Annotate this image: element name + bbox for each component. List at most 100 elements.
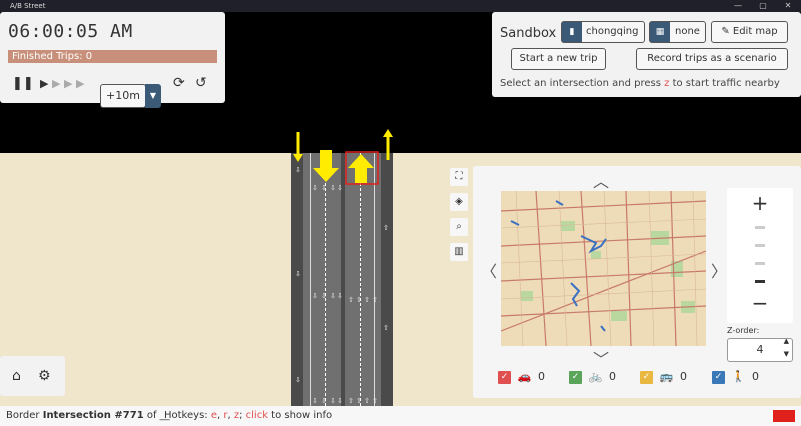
svg-text:⇩: ⇩ <box>337 292 343 300</box>
scenario-select-button[interactable]: ▦ none <box>649 21 706 43</box>
car-count: 0 <box>538 370 545 383</box>
intersection-id: Intersection #771 <box>42 410 144 421</box>
svg-text:⇧: ⇧ <box>364 397 370 405</box>
zoom-out-icon[interactable]: − <box>727 291 793 315</box>
spin-down-icon[interactable]: ▼ <box>784 348 789 360</box>
map-select-button[interactable]: ▮ chongqing <box>561 21 645 43</box>
pencil-icon: ✎ <box>721 26 733 37</box>
minimap-roads <box>501 191 706 346</box>
home-icon[interactable]: ⌂ <box>12 368 21 384</box>
zorder-label: Z-order: <box>727 326 760 335</box>
pause-icon[interactable]: ❚❚ <box>12 76 34 91</box>
minimap[interactable] <box>501 191 706 346</box>
svg-text:⇧: ⇧ <box>383 224 389 232</box>
speed-2x-icon[interactable]: ▶ <box>52 77 60 90</box>
status-indicator <box>773 410 795 422</box>
new-trip-button[interactable]: Start a new trip <box>511 48 606 70</box>
lane-arrow-down-icon <box>313 168 339 182</box>
pan-down-icon[interactable]: ﹀ <box>593 346 609 370</box>
minimize-button[interactable]: — <box>726 0 750 12</box>
svg-text:⇩: ⇩ <box>295 166 301 174</box>
pan-right-icon[interactable]: 〉 <box>711 258 727 282</box>
jump-to-time-icon[interactable]: ⟳ <box>173 75 185 91</box>
sandbox-hint: Select an intersection and press z to st… <box>500 78 780 89</box>
zoom-in-icon[interactable]: + <box>727 191 793 215</box>
svg-text:⇩: ⇩ <box>330 292 336 300</box>
finished-trips-bar[interactable]: Finished Trips: 0 <box>8 50 217 63</box>
time-panel: 06:00:05 AM Finished Trips: 0 ❚❚ ▶ ▶ ▶ ▶… <box>0 12 225 108</box>
play-icon[interactable]: ▶ <box>40 77 48 90</box>
speed-4x-icon[interactable]: ▶ <box>76 77 84 90</box>
svg-text:⇩: ⇩ <box>330 184 336 192</box>
svg-text:⇩: ⇩ <box>337 397 343 405</box>
svg-text:⇩: ⇩ <box>312 397 318 405</box>
checkbox-buses[interactable]: ✓ <box>640 370 653 384</box>
svg-text:⇩: ⇩ <box>295 270 301 278</box>
svg-text:⇩: ⇩ <box>321 397 327 405</box>
close-button[interactable]: ✕ <box>776 0 800 12</box>
svg-text:⇩: ⇩ <box>330 397 336 405</box>
svg-text:⇧: ⇧ <box>356 397 362 405</box>
speed-3x-icon[interactable]: ▶ <box>64 77 72 90</box>
svg-text:⇧: ⇧ <box>348 397 354 405</box>
pedestrian-icon: 🚶 <box>731 370 746 383</box>
record-trips-button[interactable]: Record trips as a scenario <box>636 48 788 70</box>
filter-pedestrians[interactable]: ✓ 🚶 0 <box>712 369 759 385</box>
status-info: Border Intersection #771 of __ <box>6 410 170 421</box>
hotkey-click: click <box>245 410 268 421</box>
lane-arrow-up-icon <box>348 154 374 168</box>
zorder-value: 4 <box>756 343 764 356</box>
minimap-panel: ︿ 〈 〉 ﹀ + − Z-order: 4 ▲ ▼ ✓ 🚗 0 ✓ 🚲 0 ✓… <box>473 166 801 398</box>
time-jump-button[interactable]: +10m <box>100 84 146 108</box>
checkbox-cars[interactable]: ✓ <box>498 370 511 384</box>
edit-map-label: Edit map <box>732 26 778 37</box>
svg-text:⇩: ⇩ <box>295 376 301 384</box>
bus-count: 0 <box>680 370 687 383</box>
svg-text:⇧: ⇧ <box>348 296 354 304</box>
calendar-icon: ▦ <box>650 22 670 42</box>
pan-up-icon[interactable]: ︿ <box>593 168 609 192</box>
clock-display: 06:00:05 AM <box>8 21 133 42</box>
home-panel: ⌂ ⚙ <box>0 356 65 396</box>
zorder-spinner[interactable]: 4 ▲ ▼ <box>727 335 793 362</box>
svg-text:⇧: ⇧ <box>372 296 378 304</box>
abstreet-window: A/B Street — ▢ ✕ ⇩ ⇩ ⇩ ⇧ ⇧ ⇩ ⇩ ⇩ ⇩ ⇩ ⇩ ⇩ ⇩ ⇩ ⇩ ⇩ ⇩ ⇧… <box>0 0 801 426</box>
pan-left-icon[interactable]: 〈 <box>481 258 497 282</box>
arrow-down-icon <box>293 154 303 162</box>
sandbox-panel: Sandbox ▮ chongqing ▦ none ✎ Edit map St… <box>492 12 801 97</box>
filter-buses[interactable]: ✓ 🚌 0 <box>640 369 687 385</box>
filter-bikes[interactable]: ✓ 🚲 0 <box>569 369 616 385</box>
checkbox-pedestrians[interactable]: ✓ <box>712 370 725 384</box>
car-icon: 🚗 <box>517 370 532 383</box>
zoom-control: + − <box>727 188 793 323</box>
bike-icon: 🚲 <box>588 370 603 383</box>
bus-icon: 🚌 <box>659 370 674 383</box>
svg-text:⇩: ⇩ <box>312 184 318 192</box>
sandbox-title: Sandbox <box>500 26 557 41</box>
layers-icon[interactable]: ◈ <box>450 193 468 211</box>
arrow-up-icon <box>383 129 393 137</box>
edit-map-button[interactable]: ✎ Edit map <box>711 21 788 43</box>
svg-text:⇩: ⇩ <box>321 184 327 192</box>
scenario-name: none <box>675 26 700 37</box>
map-icon: ▮ <box>562 22 582 42</box>
search-icon[interactable]: ⌕ <box>450 218 468 236</box>
gear-icon[interactable]: ⚙ <box>38 368 51 384</box>
zoom-level-2[interactable] <box>755 244 765 247</box>
chevron-down-icon[interactable]: ▼ <box>145 84 161 108</box>
maximize-button[interactable]: ▢ <box>751 0 775 12</box>
svg-text:⇧: ⇧ <box>383 324 389 332</box>
zoom-level-1[interactable] <box>755 226 765 229</box>
svg-text:⇩: ⇩ <box>312 292 318 300</box>
svg-text:⇧: ⇧ <box>356 296 362 304</box>
svg-text:⇧: ⇧ <box>364 296 370 304</box>
status-hotkeys: Hotkeys: e, r, z; click to show info <box>164 410 333 421</box>
zoom-level-current[interactable] <box>755 280 765 283</box>
spin-up-icon[interactable]: ▲ <box>784 335 789 347</box>
filter-cars[interactable]: ✓ 🚗 0 <box>498 369 545 385</box>
chart-icon[interactable]: ▥ <box>450 243 468 261</box>
fullscreen-icon[interactable]: ⛶ <box>450 168 468 186</box>
checkbox-bikes[interactable]: ✓ <box>569 370 582 384</box>
zoom-level-3[interactable] <box>755 262 765 265</box>
reset-icon[interactable]: ↺ <box>195 75 207 91</box>
